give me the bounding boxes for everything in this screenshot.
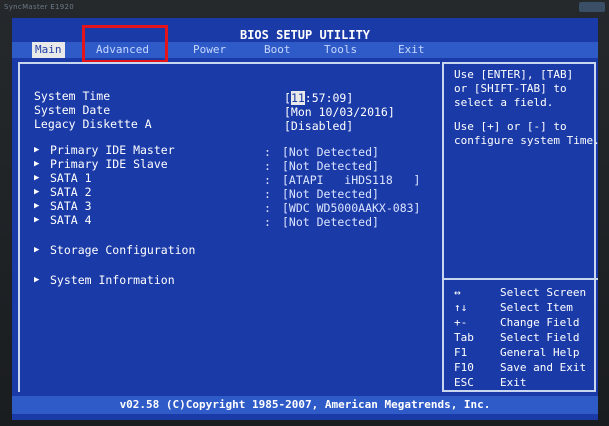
key-hint-desc: Save and Exit <box>500 361 587 374</box>
bios-screen: BIOS SETUP UTILITY Main Advanced Power B… <box>12 18 598 420</box>
drive-primary-ide-master-label[interactable]: Primary IDE Master <box>50 144 175 157</box>
key-label: ESC <box>454 376 474 389</box>
drive-primary-ide-master-value: [Not Detected] <box>282 145 379 159</box>
system-time-open: [ <box>284 91 291 105</box>
key-hint-row: ESC Exit <box>454 376 598 390</box>
system-date-label: System Date <box>34 103 111 117</box>
system-time-value[interactable]: [11:57:09] <box>284 91 354 105</box>
key-hint-desc: Select Screen <box>500 286 587 299</box>
storage-configuration-submenu[interactable]: Storage Configuration <box>50 244 195 257</box>
system-time-rest: :57:09] <box>304 91 354 105</box>
triangle-right-icon: ▶ <box>34 187 40 197</box>
key-hint-row: +- Change Field <box>454 316 598 330</box>
advanced-tab-highlight-box <box>82 25 168 63</box>
key-hint-row: F10 Save and Exit <box>454 361 598 375</box>
system-time-label: System Time <box>34 89 111 103</box>
key-hint-desc: Select Field <box>500 331 580 344</box>
legacy-diskette-value[interactable]: [Disabled] <box>284 120 353 133</box>
system-date-value[interactable]: [Mon 10/03/2016] <box>284 106 395 119</box>
drive-sata-4-label[interactable]: SATA 4 <box>50 214 92 227</box>
arrows-horizontal-icon: ↔ <box>454 286 461 299</box>
drive-separator: : <box>264 145 271 159</box>
legacy-diskette-label: Legacy Diskette A <box>34 117 152 131</box>
tab-boot[interactable]: Boot <box>264 42 291 58</box>
help-line-5: configure system Time. <box>454 134 598 147</box>
triangle-right-icon: ▶ <box>34 215 40 225</box>
key-label: Tab <box>454 331 474 344</box>
drive-separator: : <box>264 173 271 187</box>
drive-sata-3-label[interactable]: SATA 3 <box>50 200 92 213</box>
triangle-right-icon: ▶ <box>34 275 40 285</box>
help-panel: Use [ENTER], [TAB] or [SHIFT-TAB] to sel… <box>442 62 598 392</box>
triangle-right-icon: ▶ <box>34 201 40 211</box>
plus-minus-icon: +- <box>454 316 468 329</box>
system-time-cursor: 11 <box>290 91 305 105</box>
main-settings-panel: System Time [11:57:09] System Date [Mon … <box>18 62 440 392</box>
help-line-2: or [SHIFT-TAB] to <box>454 82 567 95</box>
drive-sata-2-label[interactable]: SATA 2 <box>50 186 92 199</box>
drive-separator: : <box>264 215 271 229</box>
tab-exit[interactable]: Exit <box>398 42 425 58</box>
drive-separator: : <box>264 187 271 201</box>
help-line-3: select a field. <box>454 96 554 109</box>
key-hint-desc: Exit <box>500 376 527 389</box>
key-hint-row: Tab Select Field <box>454 331 598 345</box>
drive-sata-1-value: [ATAPI iHDS118 ] <box>282 173 421 187</box>
triangle-right-icon: ▶ <box>34 245 40 255</box>
key-hint-desc: General Help <box>500 346 580 359</box>
key-hint-desc: Change Field <box>500 316 580 329</box>
copyright-footer: v02.58 (C)Copyright 1985-2007, American … <box>12 396 598 414</box>
system-information-submenu[interactable]: System Information <box>50 274 175 287</box>
drive-sata-4-value: [Not Detected] <box>282 215 379 229</box>
tab-main[interactable]: Main <box>32 42 65 58</box>
key-hint-row: ↔ Select Screen <box>454 286 598 300</box>
drive-sata-1-label[interactable]: SATA 1 <box>50 172 92 185</box>
drive-primary-ide-slave-label[interactable]: Primary IDE Slave <box>50 158 168 171</box>
triangle-right-icon: ▶ <box>34 145 40 155</box>
monitor-badge-icon <box>579 2 605 12</box>
drive-primary-ide-slave-value: [Not Detected] <box>282 159 379 173</box>
help-divider <box>444 278 598 280</box>
key-hint-row: F1 General Help <box>454 346 598 360</box>
arrows-vertical-icon: ↑↓ <box>454 301 468 314</box>
monitor-brand-label: SyncMaster E1920 <box>4 3 75 11</box>
help-line-4: Use [+] or [-] to <box>454 120 567 133</box>
help-line-1: Use [ENTER], [TAB] <box>454 68 574 81</box>
key-label: F1 <box>454 346 468 359</box>
triangle-right-icon: ▶ <box>34 159 40 169</box>
drive-sata-3-value: [WDC WD5000AAKX-083] <box>282 201 421 215</box>
triangle-right-icon: ▶ <box>34 173 40 183</box>
key-hint-desc: Select Item <box>500 301 573 314</box>
key-hint-row: ↑↓ Select Item <box>454 301 598 315</box>
tab-power[interactable]: Power <box>193 42 226 58</box>
key-label: F10 <box>454 361 474 374</box>
tab-tools[interactable]: Tools <box>324 42 357 58</box>
drive-sata-2-value: [Not Detected] <box>282 187 379 201</box>
drive-separator: : <box>264 201 271 215</box>
drive-separator: : <box>264 159 271 173</box>
